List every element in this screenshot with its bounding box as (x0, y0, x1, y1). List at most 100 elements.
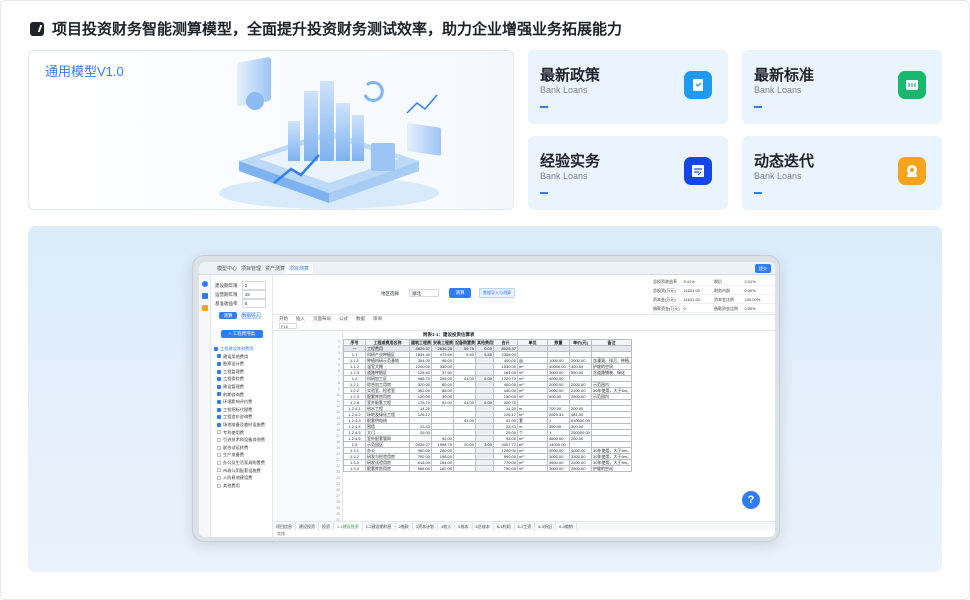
table-cell[interactable]: 568.00 (409, 465, 432, 472)
card-iteration[interactable]: 动态迭代 Bank Loans (742, 136, 942, 210)
tree-item[interactable]: 专利使用费 (214, 429, 272, 437)
import-calc-button[interactable]: 数据导入与测算 (479, 288, 515, 298)
ribbon-tab[interactable]: 审阅 (373, 316, 382, 322)
table-cell[interactable]: 3000.00 (547, 465, 570, 472)
ribbon-tab[interactable]: 数据 (356, 316, 365, 322)
tree-item[interactable]: 工程造价咨询费 (214, 413, 272, 421)
checkbox[interactable] (217, 438, 221, 443)
checkbox[interactable] (217, 384, 221, 389)
nav-project-icon[interactable] (202, 305, 208, 311)
import-button[interactable]: 数据导入 (241, 312, 261, 319)
table-cell[interactable]: 250000.00 (569, 429, 592, 436)
tree-item[interactable]: 其他费用 (214, 482, 272, 490)
card-subtitle: Bank Loans (540, 171, 588, 181)
iterate-icon (898, 157, 926, 185)
table-cell[interactable]: 1.3.4 (343, 465, 366, 472)
stat-cell: 0.00% (744, 288, 756, 293)
card-title: 最新标准 (754, 67, 815, 84)
tree-item[interactable]: 工程建设其他费用 (214, 345, 272, 353)
tree-item[interactable]: 场地准备及临时设施费 (214, 421, 272, 429)
ribbon-tab[interactable]: 插入 (296, 316, 305, 322)
checkbox[interactable] (217, 369, 221, 374)
cell-reference[interactable]: F16 (279, 323, 297, 329)
tree-item[interactable]: 建设用地费用 (214, 353, 272, 361)
tree-item[interactable]: 工程招标代理费 (214, 406, 272, 414)
tree-item-label: 引进技术和设备其他费 (223, 437, 265, 443)
checkbox[interactable] (217, 445, 221, 450)
tree-item[interactable]: 人防易地建设费 (214, 474, 272, 482)
checkbox[interactable] (217, 453, 221, 458)
tree-item[interactable]: 环境影响评价费 (214, 398, 272, 406)
table-cell[interactable]: 含灌溉、排污、种植、施肥 (591, 357, 632, 364)
nav-model-icon[interactable] (202, 293, 208, 299)
tree-item[interactable]: 勘察设计费 (214, 360, 272, 368)
table-cell[interactable]: 30年使用，大于5m，其高计算 (591, 447, 632, 454)
checkbox[interactable] (217, 377, 221, 382)
param-label: 基准收益率 (215, 301, 238, 306)
tree-item[interactable]: 工程监理费 (214, 368, 272, 376)
header-cell: 其他费用 (475, 339, 494, 346)
ribbon-tab[interactable]: 公式 (339, 316, 348, 322)
row-number: 2 (338, 344, 340, 349)
header-cell: 设备购置费 (453, 339, 476, 346)
param-input[interactable]: 2 (241, 281, 266, 290)
tree-item[interactable]: 建设管理费 (214, 383, 272, 391)
table-cell[interactable]: 410000.00 (569, 417, 592, 424)
row-number: 26 (336, 487, 340, 492)
row-number: 15 (336, 422, 340, 427)
table-cell[interactable]: 配套库房用房 (365, 465, 410, 472)
checkbox[interactable] (217, 407, 221, 412)
tree-item[interactable]: 前期咨询费 (214, 391, 272, 399)
sheet-tab-bar: 项目信息 建设投资 投资 1-1建设投资 1-2建设期利息 2借款 3资本计划 4收入 5成本 6… (273, 521, 775, 531)
checkbox[interactable] (217, 460, 221, 465)
tree-item[interactable]: 联合试运转费 (214, 444, 272, 452)
checkbox[interactable] (217, 400, 221, 405)
table-cell[interactable]: 182.00 (431, 465, 454, 472)
table-cell[interactable]: m² (517, 465, 548, 472)
add-cost-button[interactable]: + 工程费用类 (221, 330, 263, 338)
checkbox[interactable] (214, 346, 218, 351)
help-button[interactable]: ? (742, 491, 760, 509)
checkbox[interactable] (217, 392, 221, 397)
table-cell[interactable]: 30年使用，大于5m，其高计算 (591, 387, 632, 394)
checkbox[interactable] (217, 483, 221, 488)
spreadsheet-grid[interactable]: 1 2 3 4 5 6 7 8 9 10 11 12 13 14 15 16 17 18 19 20 21 22 23 24 2… (273, 331, 775, 521)
checkbox[interactable] (217, 422, 221, 427)
tree-item[interactable]: 工程保险费 (214, 375, 272, 383)
top-right-button[interactable]: 提交 (755, 264, 771, 273)
table-cell[interactable]: 2500.00 (569, 465, 592, 472)
tree-item[interactable]: 市政公用配套设施费 (214, 467, 272, 475)
param-input[interactable]: 15 (241, 290, 266, 299)
tree-item[interactable]: 生产准备费 (214, 451, 272, 459)
app-tab-active[interactable]: 项目测算 (285, 264, 314, 274)
param-input[interactable]: 5 (241, 299, 266, 308)
card-latest-standard[interactable]: 最新标准 Bank Loans (742, 50, 942, 124)
tree-item[interactable]: 办公及生活家具购置费 (214, 459, 272, 467)
calc-button[interactable]: 测算 (219, 312, 237, 319)
param-row: 建设期年限 2 (215, 281, 266, 290)
table-cell[interactable]: 30年使用，大于5m，其高计算 (591, 459, 632, 466)
table-cell[interactable] (475, 465, 494, 472)
nav-home-icon[interactable] (202, 281, 208, 287)
checkbox[interactable] (217, 354, 221, 359)
card-practice[interactable]: 经验实务 Bank Loans (528, 136, 728, 210)
region-select[interactable]: 湖北 (409, 289, 439, 297)
table-cell[interactable]: 护坡的空间 (591, 465, 632, 472)
card-latest-policy[interactable]: 最新政策 Bank Loans (528, 50, 728, 124)
ribbon-tab[interactable]: 开始 (279, 316, 288, 322)
primary-calc-button[interactable]: 测算 (449, 288, 471, 298)
table-cell[interactable] (453, 465, 476, 472)
row-number: 25 (336, 481, 340, 486)
table-cell[interactable]: 30年使用，大于5m，其高计算 (591, 453, 632, 460)
checkbox[interactable] (217, 475, 221, 480)
checkbox[interactable] (217, 362, 221, 367)
checkbox[interactable] (217, 430, 221, 435)
row-number: 7 (338, 374, 340, 379)
checkbox[interactable] (217, 415, 221, 420)
stat-cell: 100.00% (744, 297, 761, 302)
table-cell[interactable]: 750.00 (493, 465, 518, 472)
table-row[interactable]: 1.3.4 配套库房用房 568.00 182.00 750.00 m² 3000.00 25… (343, 465, 632, 472)
checkbox[interactable] (217, 468, 221, 473)
ribbon-tab[interactable]: 页面布局 (313, 316, 331, 322)
tree-item[interactable]: 引进技术和设备其他费 (214, 436, 272, 444)
